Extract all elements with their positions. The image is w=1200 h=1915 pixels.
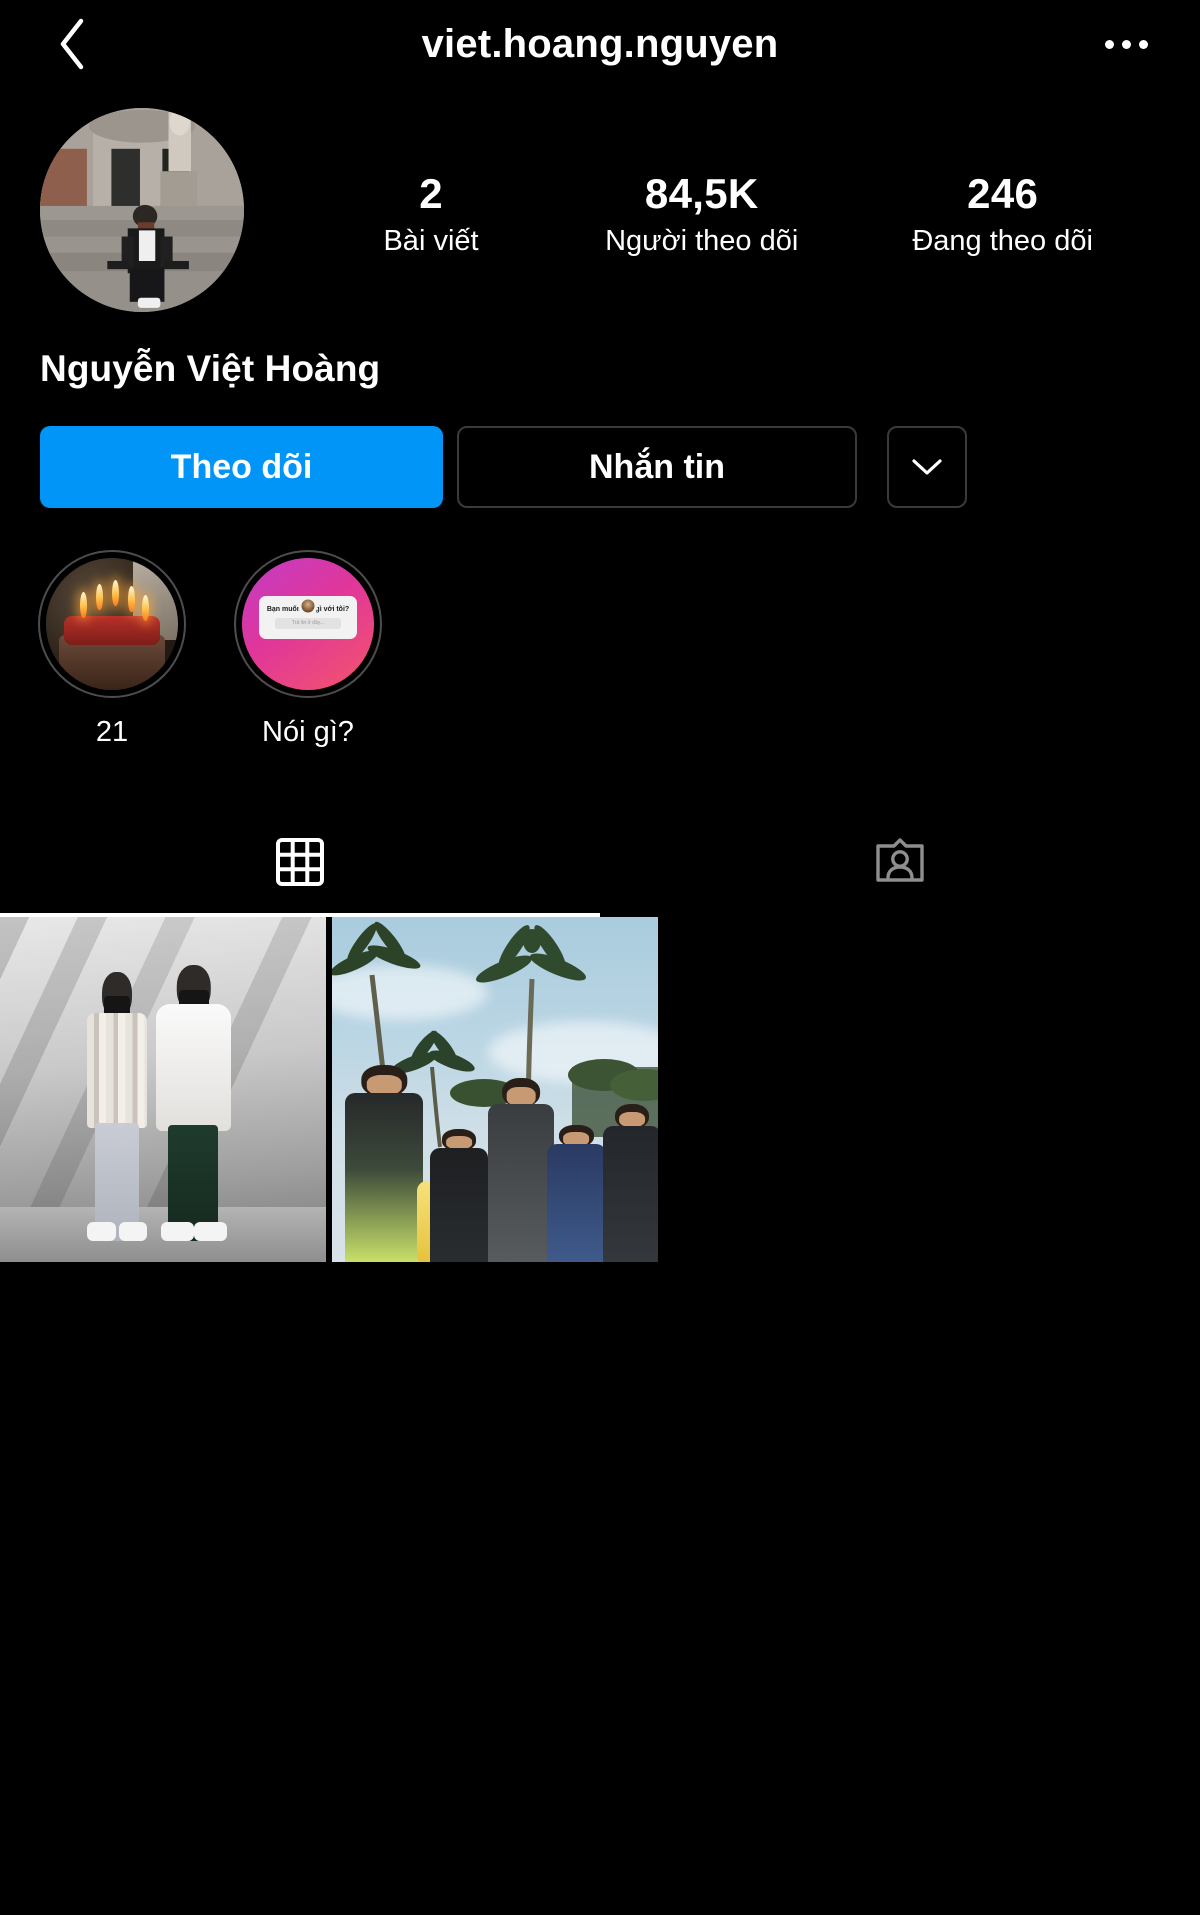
highlight-label: 21 bbox=[95, 716, 129, 748]
stat-posts[interactable]: 2 Bài viết bbox=[371, 170, 491, 261]
post1-person-right bbox=[156, 965, 232, 1242]
chevron-left-icon bbox=[60, 18, 84, 70]
post2-person-3-wetsuit bbox=[488, 1103, 554, 1262]
stat-posts-value: 2 bbox=[419, 170, 443, 217]
post2-person-5-wetsuit bbox=[602, 1125, 658, 1262]
story-highlights: 21 Bạn muốn nói gì với tôi? Trả lời ở đâ… bbox=[0, 508, 1200, 749]
candle-flame-3 bbox=[112, 580, 119, 607]
post2-person-5 bbox=[602, 1103, 658, 1262]
chevron-down-icon bbox=[912, 459, 942, 475]
post1-person-left-shoe-1 bbox=[87, 1222, 117, 1242]
stat-following[interactable]: 246 Đang theo dõi bbox=[912, 170, 1093, 261]
display-name: Nguyễn Việt Hoàng bbox=[40, 348, 381, 389]
page-title: viet.hoang.nguyen bbox=[421, 21, 779, 66]
more-dot-2 bbox=[1121, 39, 1131, 49]
post-thumbnail-1[interactable] bbox=[0, 917, 326, 1262]
tab-tagged[interactable] bbox=[600, 807, 1200, 917]
post2-person-1-wetsuit bbox=[345, 1092, 424, 1262]
stat-posts-label: Bài viết bbox=[383, 225, 479, 258]
post2-person-2-wetsuit bbox=[429, 1147, 489, 1262]
post2-group-of-people bbox=[332, 1048, 658, 1262]
candle-flame-2 bbox=[96, 584, 104, 611]
follow-button[interactable]: Theo dõi bbox=[40, 426, 443, 508]
stat-following-value: 246 bbox=[967, 170, 1039, 217]
instagram-profile-screen: viet.hoang.nguyen 2 Bài viết 84,5K Người… bbox=[0, 0, 1200, 1915]
post2-person-4 bbox=[547, 1125, 606, 1262]
tab-grid[interactable] bbox=[0, 807, 600, 917]
profile-more-button[interactable] bbox=[887, 426, 967, 508]
highlight-ring bbox=[38, 550, 186, 698]
post-thumbnail-2[interactable] bbox=[332, 917, 658, 1262]
highlight-ring: Bạn muốn nói gì với tôi? Trả lời ở đây..… bbox=[234, 550, 382, 698]
stat-followers[interactable]: 84,5K Người theo dõi bbox=[605, 170, 798, 261]
profile-tabs bbox=[0, 807, 1200, 917]
post2-person-4-wetsuit bbox=[547, 1144, 606, 1262]
stat-following-label: Đang theo dõi bbox=[912, 225, 1093, 258]
question-sticker-input: Trả lời ở đây... bbox=[274, 617, 342, 629]
post2-person-2 bbox=[429, 1129, 489, 1262]
post-grid bbox=[0, 917, 1200, 1262]
post1-person-left-shoe-2 bbox=[118, 1222, 148, 1242]
post1-person-left bbox=[85, 972, 150, 1242]
avatar-image bbox=[40, 108, 244, 312]
question-sticker-placeholder: Trả lời ở đây... bbox=[291, 620, 325, 627]
avatar[interactable] bbox=[40, 108, 244, 312]
question-sticker-avatar-image bbox=[301, 599, 315, 613]
post2-person-3-face bbox=[506, 1087, 536, 1106]
post2-person-1 bbox=[345, 1065, 424, 1262]
app-header: viet.hoang.nguyen bbox=[0, 0, 1200, 88]
highlight-21[interactable]: 21 bbox=[38, 550, 186, 749]
candle-flame-4 bbox=[127, 585, 135, 612]
highlight-cover-question: Bạn muốn nói gì với tôi? Trả lời ở đây..… bbox=[242, 558, 374, 690]
profile-summary: 2 Bài viết 84,5K Người theo dõi 246 Đang… bbox=[0, 88, 1200, 312]
post1-person-right-shoe-2 bbox=[193, 1222, 227, 1242]
question-sticker-avatar bbox=[298, 596, 318, 616]
profile-stats: 2 Bài viết 84,5K Người theo dõi 246 Đang… bbox=[244, 108, 1160, 261]
back-button[interactable] bbox=[44, 16, 100, 72]
highlight-noi-gi[interactable]: Bạn muốn nói gì với tôi? Trả lời ở đây..… bbox=[234, 550, 382, 749]
stat-followers-label: Người theo dõi bbox=[605, 225, 799, 258]
profile-actions: Theo dõi Nhắn tin bbox=[0, 390, 1200, 508]
tagged-person-icon bbox=[876, 838, 924, 882]
more-options-button[interactable] bbox=[1096, 16, 1156, 72]
post2-person-3 bbox=[488, 1078, 554, 1262]
stat-followers-value: 84,5K bbox=[644, 170, 759, 217]
highlight-cover-cake bbox=[46, 558, 178, 690]
post1-person-right-shoe-1 bbox=[160, 1222, 194, 1242]
highlight-label: Nói gì? bbox=[262, 716, 354, 748]
post2-person-1-face bbox=[366, 1075, 402, 1095]
message-button[interactable]: Nhắn tin bbox=[457, 426, 857, 508]
more-dot-3 bbox=[1138, 39, 1148, 49]
post1-person-left-jacket bbox=[87, 1012, 148, 1129]
more-dot-1 bbox=[1104, 39, 1114, 49]
post1-person-right-hoodie bbox=[156, 1003, 232, 1131]
question-sticker-card: Bạn muốn nói gì với tôi? Trả lời ở đây..… bbox=[259, 596, 357, 639]
grid-icon bbox=[276, 838, 324, 886]
